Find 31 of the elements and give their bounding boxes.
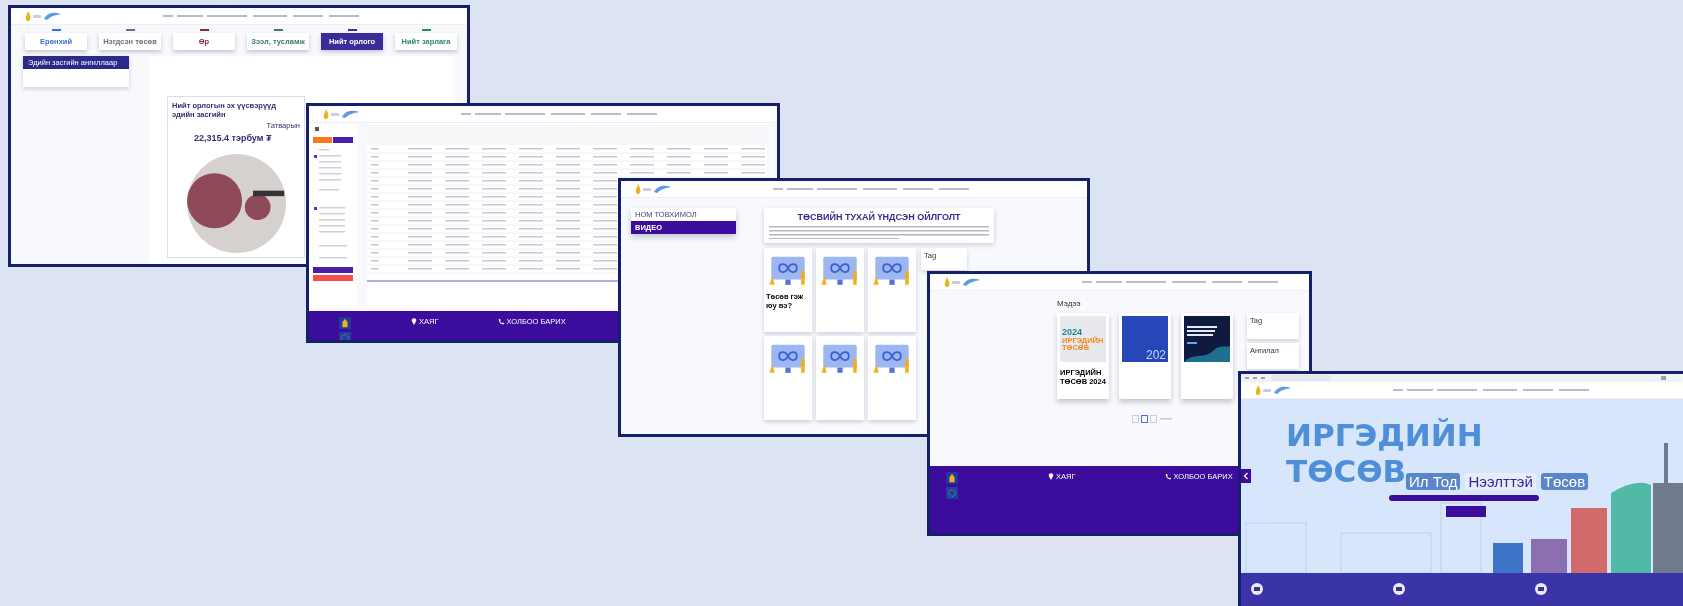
hero-title: ИРГЭДИЙН xyxy=(1286,417,1483,453)
hero-title: ТӨСӨВ xyxy=(1286,453,1407,489)
slogan-word: Төсөв xyxy=(1540,473,1589,490)
emblem-icon xyxy=(946,472,958,484)
pagination-drawing xyxy=(1132,415,1172,423)
circle-icon xyxy=(1393,583,1405,595)
section-heading: ТӨСВИЙН ТУХАЙ ҮНДСЭН ОЙЛГОЛТ xyxy=(797,212,961,222)
carousel-prev-button[interactable] xyxy=(1241,469,1251,483)
video-card[interactable] xyxy=(816,336,864,420)
cover-image xyxy=(1184,316,1230,362)
video-card[interactable] xyxy=(764,336,812,420)
page-heading: Мэдээ xyxy=(1057,299,1081,308)
slogan-word: Ил Тод xyxy=(1406,473,1461,490)
slogan-word: Нээлттэй xyxy=(1465,473,1536,490)
video-card[interactable] xyxy=(868,248,916,332)
phone-icon xyxy=(498,318,505,325)
video-card[interactable] xyxy=(868,336,916,420)
news-card[interactable]: 202 xyxy=(1119,313,1171,399)
news-card[interactable] xyxy=(1181,313,1233,399)
location-pin-icon xyxy=(1048,473,1054,480)
location-pin-icon xyxy=(411,318,417,325)
circle-icon xyxy=(1251,583,1263,595)
circle-icon xyxy=(1535,583,1547,595)
cover-year: 2024 xyxy=(1062,326,1083,337)
emblem-icon xyxy=(339,317,351,329)
total-amount: 22,315.4 тэрбум ₮ xyxy=(194,133,273,143)
video-card[interactable] xyxy=(816,248,864,332)
chevron-left-icon xyxy=(1243,472,1249,480)
phone-icon xyxy=(1165,473,1172,480)
eu-flag-icon xyxy=(946,487,958,499)
cover-year: 202 xyxy=(1145,348,1166,362)
